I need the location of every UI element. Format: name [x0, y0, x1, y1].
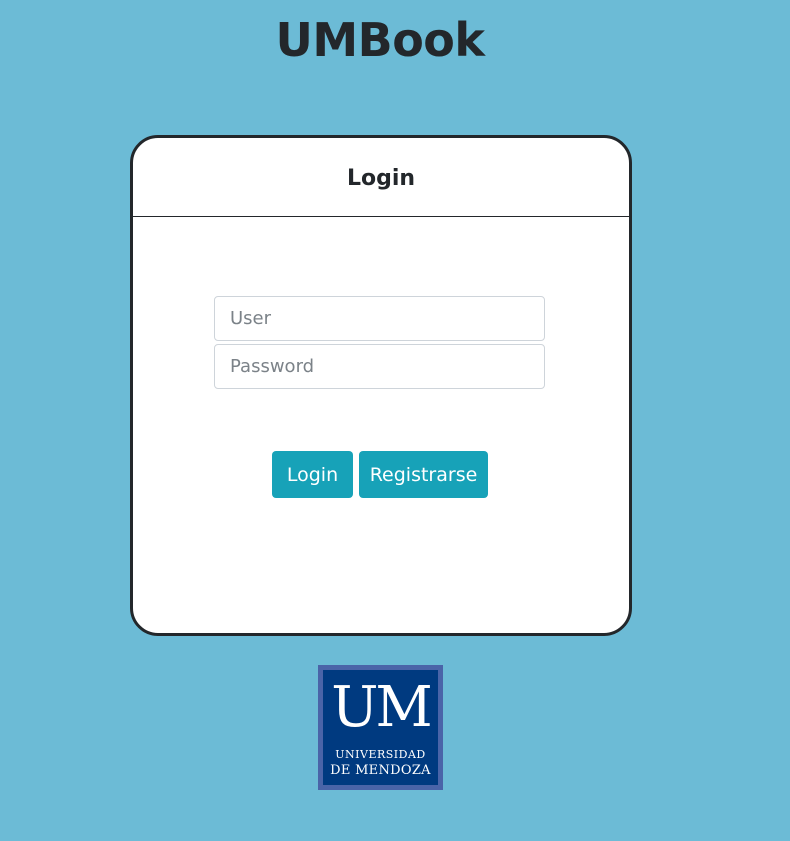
register-button[interactable]: Registrarse: [359, 451, 488, 498]
logo-mark: UM: [331, 675, 433, 740]
login-card-title: Login: [346, 165, 416, 191]
universidad-de-mendoza-logo: UM UNIVERSIDAD DE MENDOZA: [318, 665, 443, 790]
user-input[interactable]: [214, 296, 545, 341]
login-card-header: Login: [133, 138, 629, 217]
login-button[interactable]: Login: [272, 451, 353, 498]
password-input[interactable]: [214, 344, 545, 389]
app-title: UMBook: [275, 13, 486, 67]
login-card: Login Login Registrarse: [130, 135, 632, 636]
logo-line-1: UNIVERSIDAD: [335, 748, 426, 761]
logo-inner: UM UNIVERSIDAD DE MENDOZA: [323, 670, 438, 785]
logo-line-2: DE MENDOZA: [330, 763, 431, 778]
